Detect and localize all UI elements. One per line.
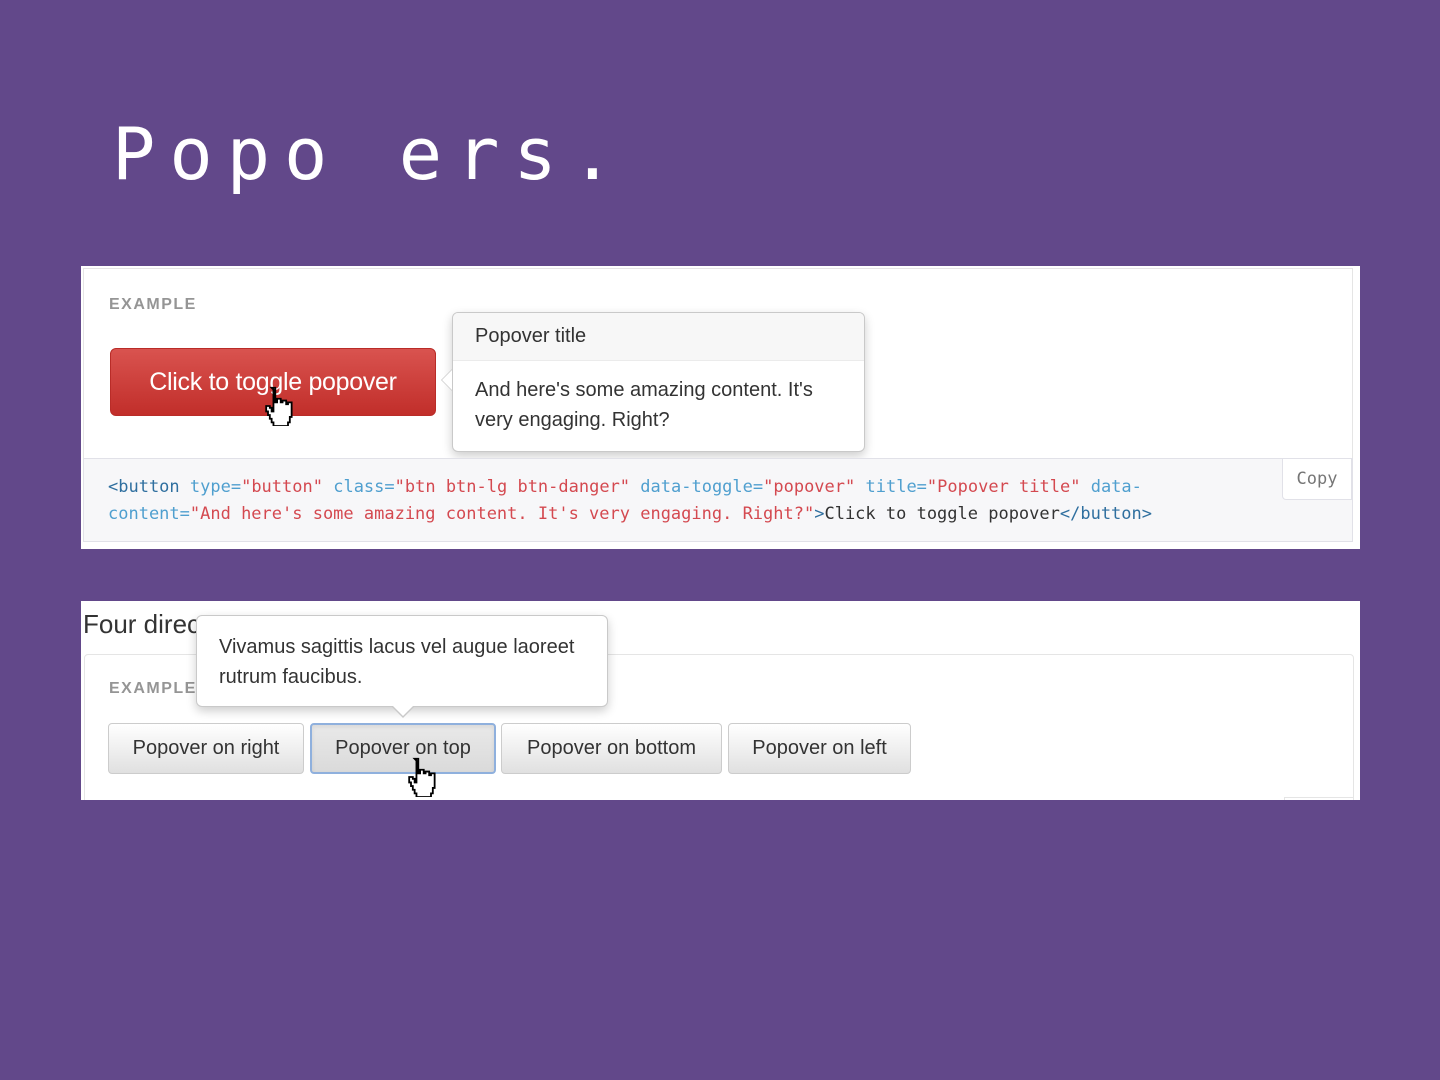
code-token: "Popover title" xyxy=(926,477,1081,497)
code-snippet: <button type="button" class="btn btn-lg … xyxy=(83,458,1353,542)
popover-right: Popover title And here's some amazing co… xyxy=(441,312,865,452)
popover-bottom-button[interactable]: Popover on bottom xyxy=(501,723,722,774)
code-token: "popover" xyxy=(763,477,856,497)
example-panel-single: EXAMPLE Click to toggle popover Popover … xyxy=(81,266,1360,549)
popover-arrow-down xyxy=(392,706,414,718)
popover-top-content: Vivamus sagittis lacus vel augue laoreet… xyxy=(219,636,575,688)
copy-button[interactable]: Copy xyxy=(1282,458,1352,500)
code-token: Click to toggle popover xyxy=(824,504,1060,524)
example-label: EXAMPLE xyxy=(109,296,197,313)
section-heading: Four direc xyxy=(83,609,201,639)
code-token: "button" xyxy=(241,477,323,497)
hand-pointer-icon xyxy=(408,757,436,797)
code-token: "btn btn-lg btn-danger" xyxy=(394,477,631,497)
code-token: data- xyxy=(1090,477,1142,497)
code-line-1: <button type="button" class="btn btn-lg … xyxy=(108,474,1352,501)
code-token: </button> xyxy=(1059,504,1152,524)
code-token: class= xyxy=(333,477,395,497)
popover-right-button[interactable]: Popover on right xyxy=(108,723,304,774)
copy-button-stub xyxy=(1284,797,1353,800)
code-line-2: content="And here's some amazing content… xyxy=(108,501,1352,528)
popover-left-button[interactable]: Popover on left xyxy=(728,723,911,774)
code-token: "And here's some amazing content. It's v… xyxy=(189,504,815,524)
slide-title: Popo ers. xyxy=(112,112,629,196)
popover-arrow-left xyxy=(441,369,452,391)
code-token: > xyxy=(814,504,825,524)
code-token: type= xyxy=(189,477,242,497)
popover-title: Popover title xyxy=(453,313,864,361)
code-token: title= xyxy=(865,477,927,497)
example-label: EXAMPLE xyxy=(109,680,197,697)
code-token: data-toggle= xyxy=(640,477,764,497)
popover-top-button[interactable]: Popover on top xyxy=(310,723,496,774)
code-token: content= xyxy=(108,504,190,524)
example-area: EXAMPLE Click to toggle popover Popover … xyxy=(83,268,1353,458)
popover-content: And here's some amazing content. It's ve… xyxy=(475,379,813,431)
example-panel-directions: Four direc EXAMPLE Popover on right Popo… xyxy=(81,601,1360,800)
popover-top: Vivamus sagittis lacus vel augue laoreet… xyxy=(196,615,608,718)
hand-pointer-icon xyxy=(265,386,293,426)
code-token: <button xyxy=(108,477,190,497)
